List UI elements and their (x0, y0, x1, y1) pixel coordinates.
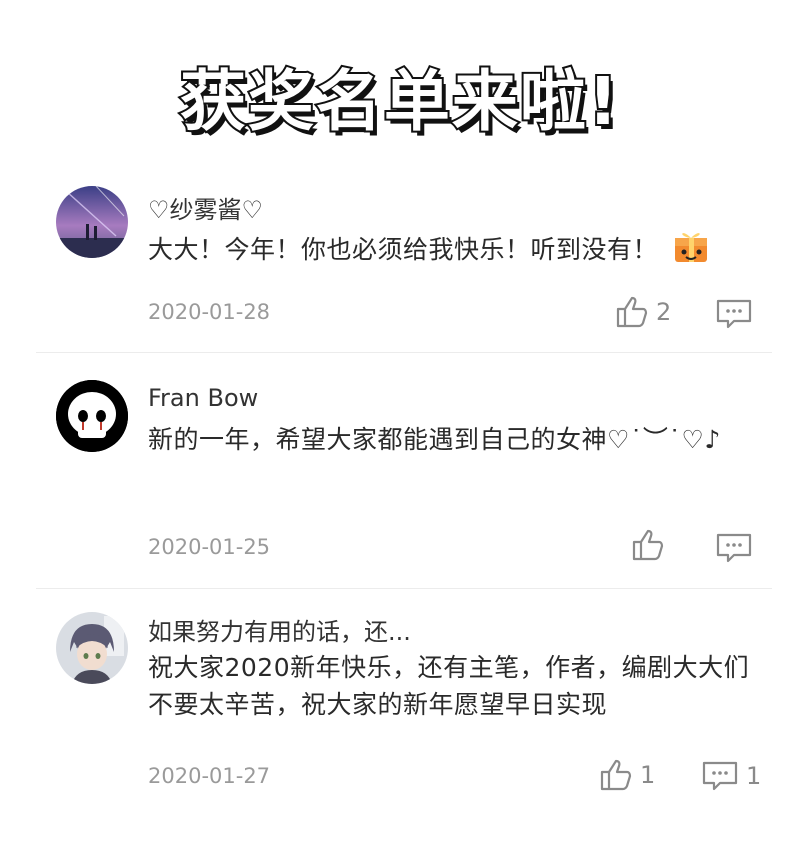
divider (36, 588, 772, 589)
banner-title: 获奖名单来啦! (178, 61, 621, 142)
reply-button[interactable]: 1 (702, 760, 761, 792)
comment-date: 2020-01-27 (148, 764, 271, 788)
comment-date: 2020-01-28 (148, 300, 271, 324)
avatar[interactable] (56, 186, 128, 258)
divider (36, 352, 772, 353)
thumbs-up-icon (632, 529, 664, 561)
reply-count: 1 (746, 762, 762, 790)
comment-text-body: 大大！今年！你也必须给我快乐！听到没有！ (148, 235, 659, 264)
comment-date: 2020-01-25 (148, 535, 271, 559)
comment-username[interactable]: ♡纱雾酱♡ (148, 190, 263, 225)
comment-username[interactable]: 如果努力有用的话，还... (148, 612, 411, 647)
anime-boy-avatar (56, 612, 128, 684)
comment-text: 新的一年，希望大家都能遇到自己的女神♡˙︶˙♡♪ (148, 425, 721, 454)
comment-bubble-icon (702, 761, 738, 791)
comment-bubble-icon (716, 299, 752, 329)
comment-username[interactable]: Fran Bow (148, 384, 258, 412)
anime-night-sky-avatar (56, 186, 128, 258)
reply-button[interactable] (716, 532, 752, 564)
skull-face-avatar (56, 380, 128, 452)
avatar[interactable] (56, 612, 128, 684)
comment-text: 大大！今年！你也必须给我快乐！听到没有！ (148, 228, 768, 274)
gift-emoji-icon (672, 228, 710, 274)
reply-button[interactable] (716, 298, 752, 330)
like-button[interactable] (630, 527, 672, 563)
thumbs-up-icon (600, 759, 632, 791)
like-count: 1 (640, 761, 656, 789)
thumbs-up-icon (616, 296, 648, 328)
comment-bubble-icon (716, 533, 752, 563)
like-button[interactable]: 1 (598, 757, 655, 793)
comment-text: 祝大家2020新年快乐，还有主笔，作者，编剧大大们不要太辛苦，祝大家的新年愿望早… (148, 653, 750, 719)
like-button[interactable]: 2 (614, 294, 671, 330)
like-count: 2 (656, 298, 672, 326)
avatar[interactable] (56, 380, 128, 452)
